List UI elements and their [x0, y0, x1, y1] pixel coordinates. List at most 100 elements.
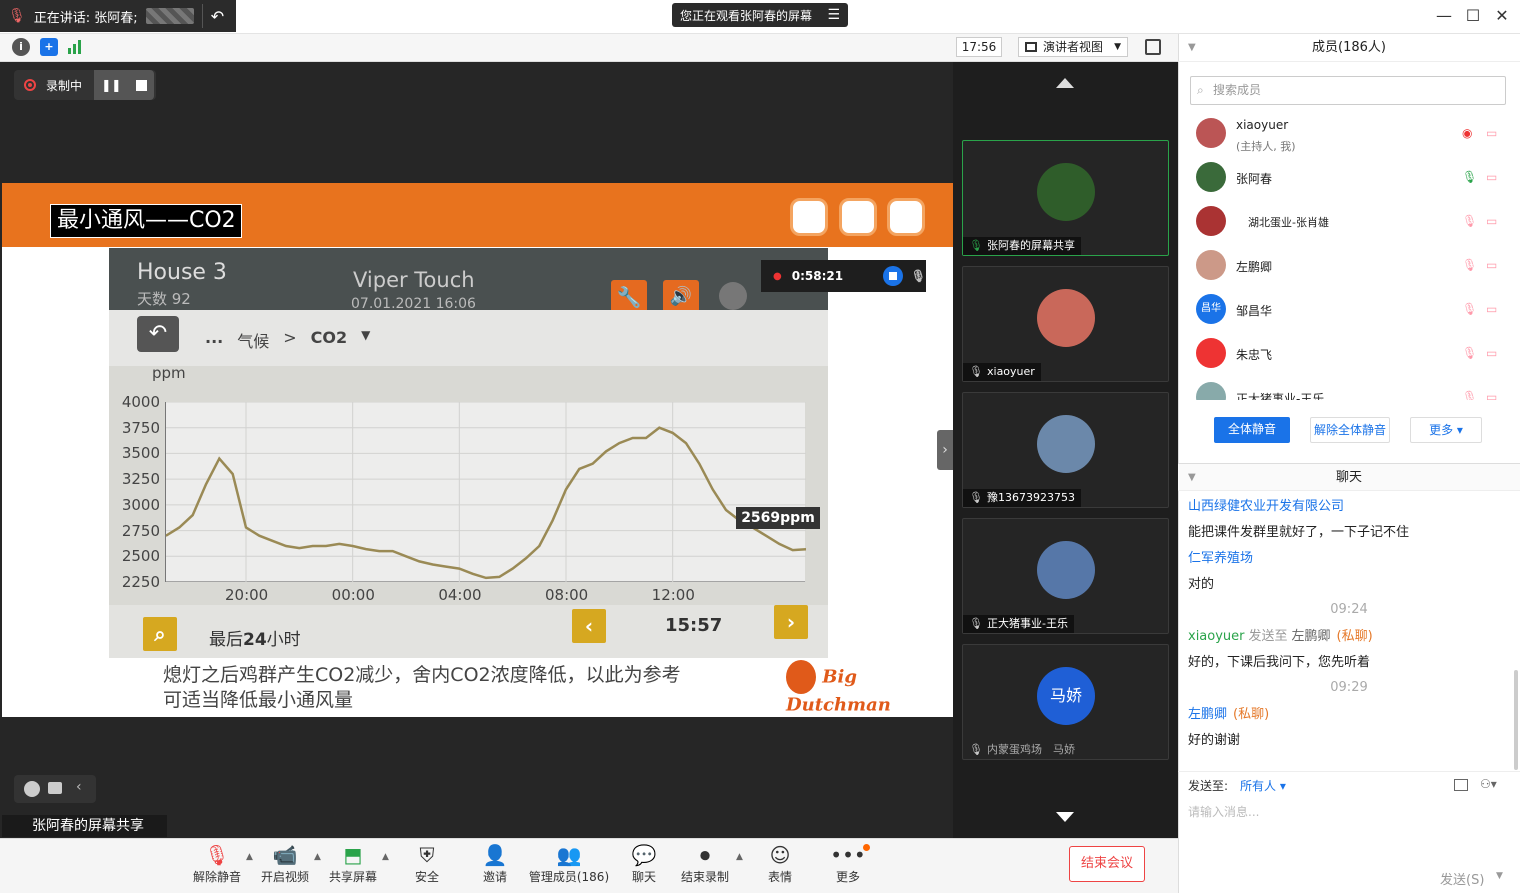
- camera-off-icon[interactable]: ▭: [1486, 126, 1502, 142]
- camera-off-icon[interactable]: ▭: [1486, 346, 1502, 362]
- members-more-button[interactable]: 更多 ▾: [1410, 417, 1482, 443]
- chat-scrollbar[interactable]: [1514, 670, 1518, 770]
- info-icon[interactable]: i: [12, 38, 30, 56]
- mute-all-button[interactable]: 全体静音: [1214, 417, 1290, 443]
- video-button[interactable]: 📹 开启视频: [250, 842, 320, 885]
- globe-icon: [719, 282, 747, 310]
- record-options-caret[interactable]: ▲: [736, 852, 743, 862]
- annotation-controls: ‹: [14, 775, 96, 803]
- invite-button[interactable]: 👤 邀请: [460, 842, 530, 885]
- shield-icon[interactable]: +: [40, 38, 58, 56]
- back-arrow-icon[interactable]: ↶: [211, 7, 224, 26]
- signal-icon[interactable]: [67, 40, 83, 54]
- fullscreen-icon[interactable]: [1145, 39, 1161, 55]
- image-icon[interactable]: [1454, 779, 1468, 791]
- mic-icon[interactable]: 🎙: [1462, 390, 1478, 400]
- chat-button[interactable]: 💬 聊天: [609, 842, 679, 885]
- send-options-caret[interactable]: ▼: [1496, 871, 1503, 881]
- mic-off-icon[interactable]: 🎙: [911, 269, 926, 283]
- unmute-label: 解除静音: [192, 870, 241, 884]
- search-placeholder: 搜索成员: [1213, 83, 1262, 97]
- stop-share-icon[interactable]: [883, 266, 903, 286]
- manage-members-button[interactable]: 👥 管理成员(186): [528, 842, 610, 885]
- co2-data-point: [285, 545, 287, 547]
- member-row[interactable]: xiaoyuer (主持人, 我) ▭ ◉: [1190, 112, 1510, 156]
- rec-dot-icon: ●: [773, 270, 782, 282]
- stop-icon[interactable]: [135, 79, 147, 91]
- prev-arrow-icon: ‹: [572, 609, 606, 643]
- mic-icon[interactable]: 🎙: [1462, 170, 1478, 186]
- camera-off-icon[interactable]: ▭: [1486, 302, 1502, 318]
- co2-data-point: [485, 577, 487, 579]
- participant-name: 正大猪事业-王乐: [987, 617, 1068, 630]
- camera-off-icon[interactable]: ▭: [1486, 214, 1502, 230]
- expand-panel-button[interactable]: ›: [937, 430, 953, 470]
- emoji-icon[interactable]: [24, 781, 40, 797]
- minimize-button[interactable]: —: [1434, 6, 1454, 26]
- add-user-icon: 👤: [482, 843, 508, 867]
- co2-data-point: [591, 462, 594, 465]
- user-select-icon[interactable]: ⚇▾: [1480, 777, 1497, 791]
- camera-off-icon[interactable]: ▭: [1486, 258, 1502, 274]
- member-search-input[interactable]: ⌕ 搜索成员: [1190, 76, 1506, 105]
- mic-icon[interactable]: 🎙: [1462, 214, 1478, 230]
- send-button[interactable]: 发送(S): [1440, 869, 1484, 888]
- more-button[interactable]: ••• 更多: [813, 842, 883, 885]
- maximize-button[interactable]: ☐: [1463, 6, 1483, 26]
- member-row[interactable]: 张阿春 ▭ 🎙: [1190, 156, 1510, 200]
- view-mode-select[interactable]: 演讲者视图 ▼: [1018, 37, 1128, 57]
- video-tile[interactable]: 🎙 豫13673923753: [962, 392, 1169, 508]
- member-row[interactable]: 左鹏卿 ▭ 🎙: [1190, 244, 1510, 288]
- chat-sender[interactable]: xiaoyuer: [1188, 629, 1245, 644]
- scroll-up-icon[interactable]: [1056, 78, 1074, 88]
- member-row[interactable]: 正大猪事业-王乐 ▭ 🎙: [1190, 376, 1510, 400]
- unmute-all-button[interactable]: 解除全体静音: [1310, 417, 1390, 443]
- video-tile[interactable]: 🎙 正大猪事业-王乐: [962, 518, 1169, 634]
- video-tile[interactable]: 🎙 xiaoyuer: [962, 266, 1169, 382]
- video-tile[interactable]: 🎙 张阿春的屏幕共享: [962, 140, 1169, 256]
- video-tile[interactable]: 马娇 🎙 内蒙蛋鸡场 马娇: [962, 644, 1169, 760]
- member-role: (主持人, 我): [1236, 140, 1296, 153]
- mic-icon: 🎙: [969, 743, 983, 756]
- security-button[interactable]: ⛨ 安全: [392, 842, 462, 885]
- share-options-caret[interactable]: ▲: [382, 852, 389, 862]
- chat-timestamp: 09:24: [1330, 602, 1368, 617]
- camera-off-icon[interactable]: ▭: [1486, 390, 1502, 400]
- collapse-chevron-icon[interactable]: ▼: [1188, 464, 1196, 492]
- member-row[interactable]: 朱忠飞 ▭ 🎙: [1190, 332, 1510, 376]
- member-row[interactable]: 昌华 邹昌华 ▭ 🎙: [1190, 288, 1510, 332]
- mic-muted-icon[interactable]: 🎙: [8, 8, 26, 24]
- range-number: 24: [243, 630, 267, 650]
- share-screen-button[interactable]: ⬒ 共享屏幕: [318, 842, 388, 885]
- chat-bubble-icon[interactable]: [48, 782, 62, 794]
- close-button[interactable]: ✕: [1492, 6, 1512, 26]
- mic-icon[interactable]: 🎙: [1462, 302, 1478, 318]
- more-dots-icon: •••: [830, 843, 866, 867]
- stop-recording-button[interactable]: ⏺ 结束录制: [670, 842, 740, 885]
- send-to-select[interactable]: 所有人 ▾: [1240, 779, 1286, 793]
- range-label: 最后24小时: [209, 625, 301, 650]
- stop-rec-label: 结束录制: [680, 870, 729, 884]
- collapse-icon[interactable]: ‹: [76, 779, 82, 795]
- chat-sender[interactable]: 仁军养殖场: [1188, 551, 1253, 566]
- menu-icon[interactable]: ☰: [827, 7, 840, 23]
- reaction-button[interactable]: ☺ 表情: [745, 842, 815, 885]
- member-row[interactable]: 湖北蛋业-张肖雄 ▭ 🎙: [1190, 200, 1510, 244]
- message-input[interactable]: 请输入消息...: [1188, 803, 1259, 820]
- co2-data-point: [685, 442, 687, 444]
- unmute-button[interactable]: 🎙 解除静音: [182, 842, 252, 885]
- camera-off-icon[interactable]: ▭: [1486, 170, 1502, 186]
- mic-icon[interactable]: 🎙: [1462, 346, 1478, 362]
- pause-icon[interactable]: ❚❚: [101, 78, 121, 92]
- collapse-chevron-icon[interactable]: ▼: [1188, 34, 1196, 62]
- co2-data-point: [525, 557, 527, 560]
- end-meeting-button[interactable]: 结束会议: [1069, 846, 1145, 882]
- chat-sender[interactable]: 山西绿健农业开发有限公司: [1188, 499, 1344, 514]
- mic-icon[interactable]: 🎙: [1462, 258, 1478, 274]
- co2-data-point: [631, 437, 634, 439]
- scroll-down-icon[interactable]: [1056, 812, 1074, 822]
- watching-banner[interactable]: 您正在观看张阿春的屏幕 ☰: [672, 3, 848, 27]
- recording-icon[interactable]: ◉: [1462, 126, 1478, 142]
- avatar: [1037, 289, 1095, 347]
- chat-sender[interactable]: 左鹏卿: [1188, 707, 1227, 722]
